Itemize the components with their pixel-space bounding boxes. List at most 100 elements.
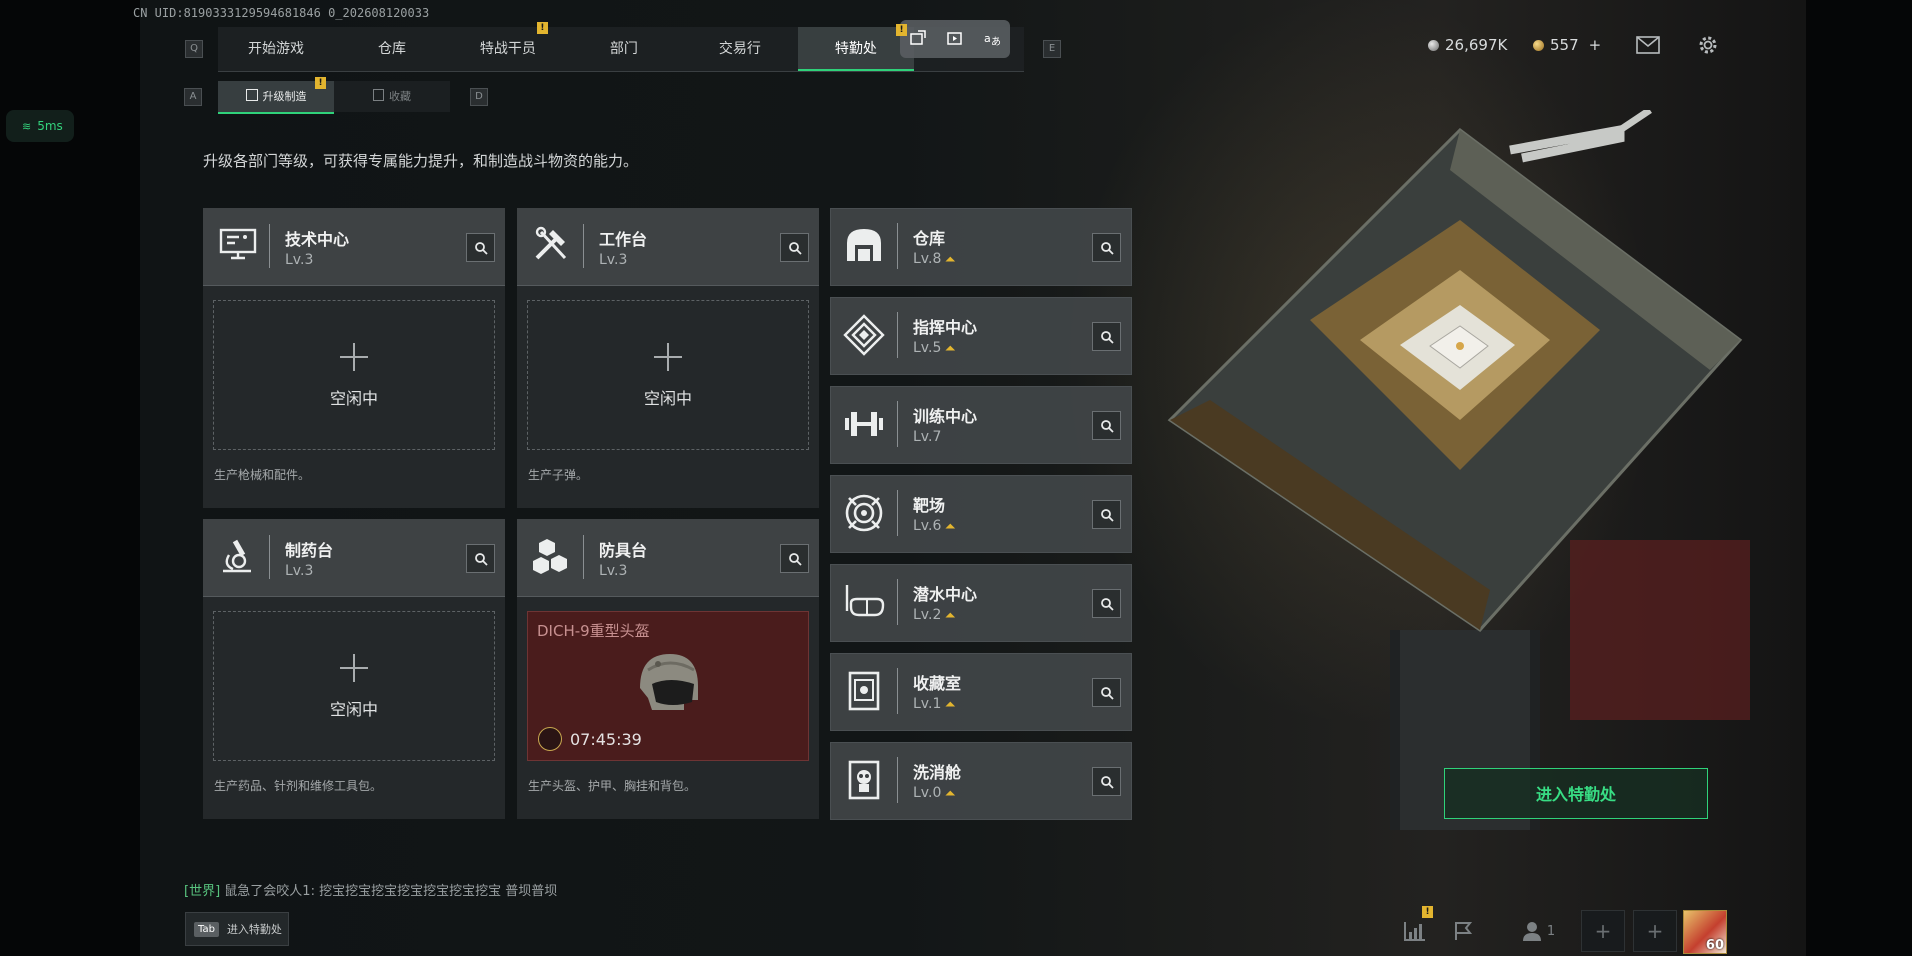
subtab-label: 升级制造	[262, 90, 307, 103]
wrench-icon	[538, 727, 562, 751]
facility-decon-chamber[interactable]: 洗消舱 Lv.0 ⏶	[830, 742, 1132, 820]
card-header[interactable]: 制药台 Lv.3	[203, 519, 505, 597]
tab-hint-button[interactable]: Tab 进入特勤处	[185, 912, 289, 946]
idle-label: 空闲中	[643, 389, 692, 408]
search-button[interactable]	[780, 544, 809, 573]
plus-icon	[340, 654, 368, 682]
search-button[interactable]	[1092, 589, 1121, 618]
tab-trading[interactable]: 交易行	[682, 27, 798, 71]
card-title: 制药台	[285, 541, 334, 560]
divider	[897, 223, 898, 269]
facility-shooting-range[interactable]: 靶场 Lv.6 ⏶	[830, 475, 1132, 553]
search-button[interactable]	[1092, 233, 1121, 262]
level-text: Lv.0	[913, 785, 942, 801]
plus-icon	[654, 343, 682, 371]
gold-coin-icon	[1533, 39, 1544, 51]
divider	[269, 224, 270, 268]
search-icon	[1100, 419, 1114, 433]
uid-label: CN UID:8190333129594681846 0_20260812003…	[133, 6, 430, 20]
chat-channel: [世界]	[184, 884, 221, 899]
facility-level: Lv.8 ⏶	[913, 251, 955, 267]
search-button[interactable]	[466, 233, 495, 262]
upgrade-arrow-icon: ⏶	[945, 341, 955, 355]
search-button[interactable]	[1092, 411, 1121, 440]
card-header[interactable]: 技术中心 Lv.3	[203, 208, 505, 286]
divider	[897, 757, 898, 803]
svg-text:あ: あ	[991, 36, 1001, 48]
divider	[897, 490, 898, 536]
subtab-upgrade-craft[interactable]: 升级制造 !	[218, 77, 334, 114]
record-icon[interactable]	[945, 29, 965, 49]
search-button[interactable]	[466, 544, 495, 573]
page-description: 升级各部门等级，可获得专属能力提升，和制造战斗物资的能力。	[203, 152, 639, 170]
idle-slot[interactable]: 空闲中	[213, 611, 495, 761]
idle-slot[interactable]: 空闲中	[527, 300, 809, 450]
search-icon	[1100, 330, 1114, 344]
facility-command-center[interactable]: 指挥中心 Lv.5 ⏶	[830, 297, 1132, 375]
upgrade-arrow-icon: ⏶	[945, 519, 955, 533]
enter-special-ops-button[interactable]: 进入特勤处	[1444, 768, 1708, 819]
floating-toolbar: aあ	[900, 20, 1010, 58]
flag-button[interactable]	[1441, 910, 1485, 952]
idle-slot[interactable]: 空闲中	[213, 300, 495, 450]
facility-name: 指挥中心	[913, 318, 978, 337]
facility-warehouse[interactable]: 仓库 Lv.8 ⏶	[830, 208, 1132, 286]
computer-icon	[217, 224, 259, 266]
idle-label: 空闲中	[329, 700, 378, 719]
tab-departments[interactable]: 部门	[566, 27, 682, 71]
divider	[583, 224, 584, 268]
search-button[interactable]	[1092, 322, 1121, 351]
divider	[897, 579, 898, 625]
search-button[interactable]	[1092, 500, 1121, 529]
warehouse-icon	[843, 225, 885, 267]
search-icon	[1100, 686, 1114, 700]
level-text: Lv.5	[913, 340, 942, 356]
crafting-slot[interactable]: DICH-9重型头盔 07:45:39	[527, 611, 809, 761]
search-button[interactable]	[1092, 767, 1121, 796]
card-header[interactable]: 防具台 Lv.3	[517, 519, 819, 597]
subnav-left-key-hint: A	[184, 88, 202, 106]
tab-warehouse[interactable]: 仓库	[334, 27, 450, 71]
facility-collection-room[interactable]: 收藏室 Lv.1 ⏶	[830, 653, 1132, 731]
gold-currency: 557 +	[1533, 36, 1601, 54]
add-currency-button[interactable]: +	[1589, 36, 1602, 54]
gear-icon[interactable]	[1696, 33, 1720, 61]
target-icon	[843, 492, 885, 534]
plus-icon: +	[1646, 919, 1664, 943]
facility-training-center[interactable]: 训练中心 Lv.7	[830, 386, 1132, 464]
card-header[interactable]: 工作台 Lv.3	[517, 208, 819, 286]
party-button[interactable]: 1	[1510, 910, 1566, 952]
plus-icon: +	[1594, 919, 1612, 943]
upgrade-arrow-icon: ⏶	[945, 608, 955, 622]
tab-label: 开始游戏	[247, 41, 304, 57]
gold-amount: 557	[1550, 36, 1579, 54]
nav-right-key-hint: E	[1043, 40, 1061, 58]
card-tech-center: 技术中心 Lv.3 空闲中 生产枪械和配件。	[203, 208, 505, 508]
invite-slot-button[interactable]: +	[1581, 910, 1625, 952]
search-button[interactable]	[780, 233, 809, 262]
cubes-icon	[531, 535, 573, 577]
screenshot-icon[interactable]	[908, 29, 928, 49]
level-text: Lv.6	[913, 518, 942, 534]
translate-icon[interactable]: aあ	[982, 29, 1002, 49]
crafting-item-name: DICH-9重型头盔	[537, 622, 650, 640]
facility-diving-center[interactable]: 潜水中心 Lv.2 ⏶	[830, 564, 1132, 642]
collection-tab-icon	[373, 89, 384, 101]
avatar-level: 60	[1705, 938, 1724, 953]
invite-slot-button[interactable]: +	[1633, 910, 1677, 952]
divider	[897, 401, 898, 447]
special-ops-artwork	[1150, 110, 1770, 830]
divider	[897, 668, 898, 714]
tab-operators[interactable]: 特战干员 !	[450, 22, 566, 71]
card-level: Lv.3	[285, 563, 314, 579]
alert-badge: !	[896, 24, 907, 36]
collection-icon	[843, 670, 885, 712]
subtab-collection[interactable]: 收藏	[334, 81, 450, 112]
tab-start-game[interactable]: 开始游戏	[218, 27, 334, 71]
level-text: Lv.1	[913, 696, 942, 712]
command-icon	[843, 314, 885, 356]
avatar[interactable]: 60	[1683, 910, 1727, 954]
divider	[897, 312, 898, 358]
search-button[interactable]	[1092, 678, 1121, 707]
mail-icon[interactable]	[1636, 36, 1660, 58]
